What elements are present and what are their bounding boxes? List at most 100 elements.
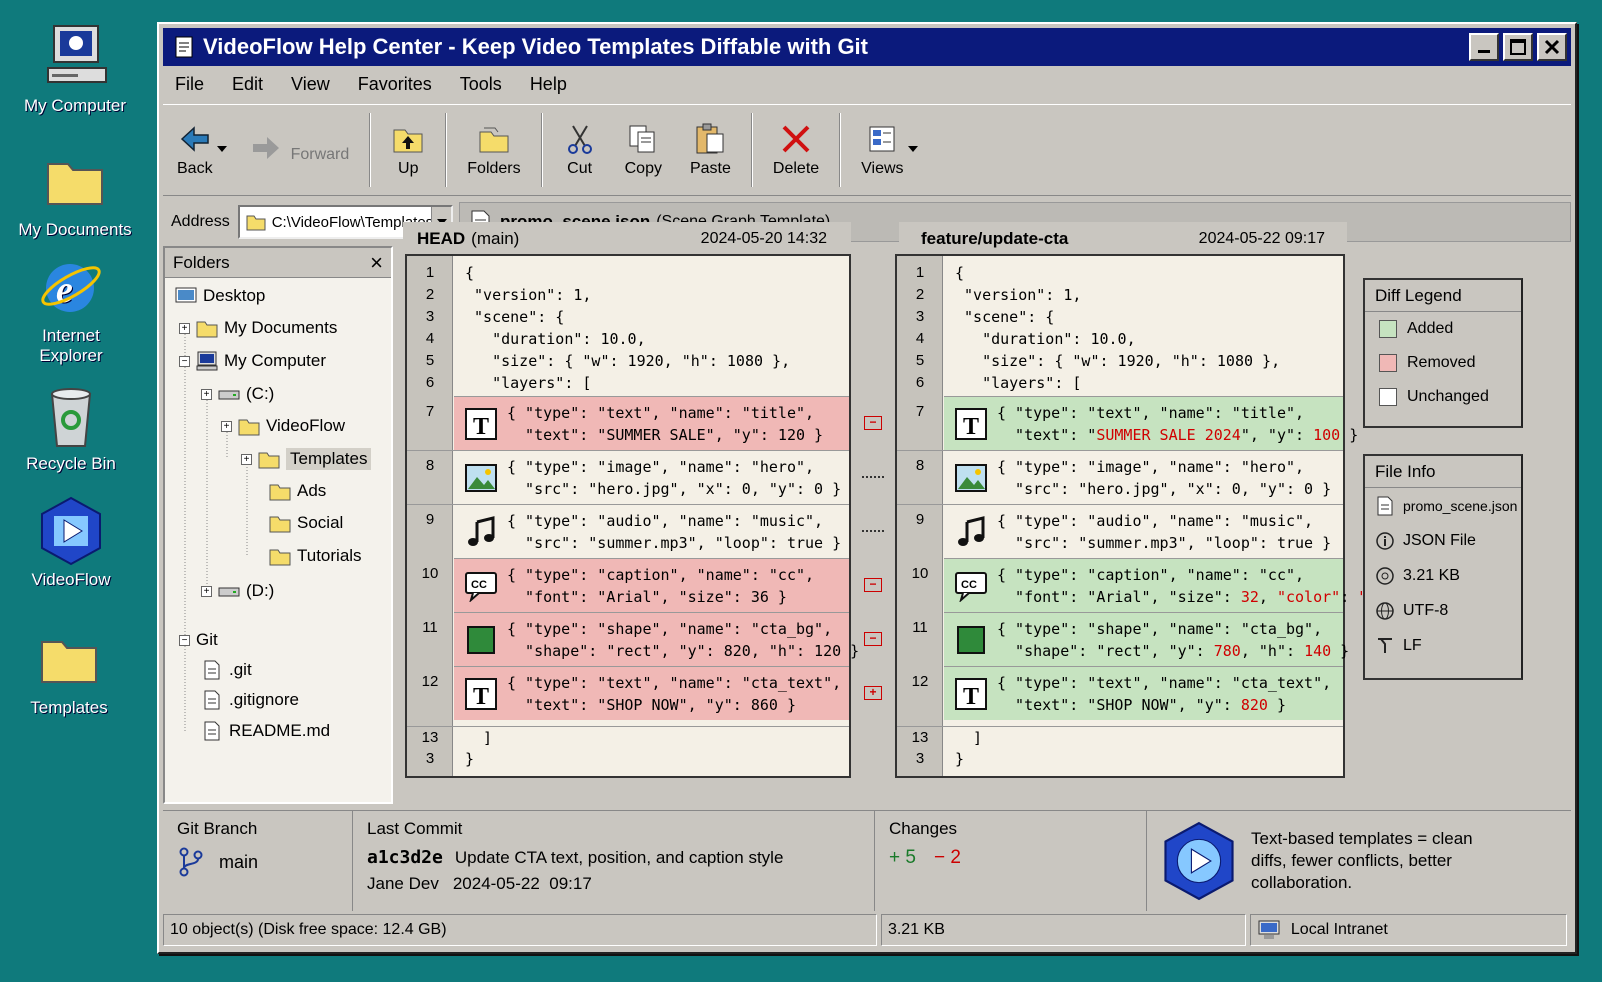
diff-row[interactable]: 9 { "type": "audio", "name": "music", "sr… <box>407 504 849 558</box>
collapse-toggle[interactable]: − <box>179 634 190 646</box>
toolbar-separator <box>750 113 753 187</box>
svg-text:CC: CC <box>961 579 977 591</box>
tree-item-videoflow[interactable]: + VideoFlow <box>221 416 345 436</box>
maximize-button[interactable] <box>1503 33 1533 61</box>
tree-item-templates[interactable]: + Templates <box>241 448 372 470</box>
added-marker[interactable]: + <box>864 686 882 700</box>
close-button[interactable] <box>1537 33 1567 61</box>
delete-label: Delete <box>772 160 820 177</box>
diff-row[interactable]: 7 T { "type": "text", "name": "title", "te… <box>916 396 1358 450</box>
desktop-icon-templates[interactable]: Templates <box>0 624 144 718</box>
diff-row[interactable]: 8 { "type": "image", "name": "hero", "src… <box>407 450 849 504</box>
tree-item-my-computer[interactable]: − My Computer <box>179 351 326 371</box>
diff-row[interactable]: 12 T { "type": "text", "name": "cta_text",… <box>422 666 849 720</box>
desktop-icon-my-computer[interactable]: My Computer <box>0 22 150 116</box>
removed-marker[interactable]: − <box>864 416 882 430</box>
cut-button[interactable]: Cut <box>549 105 611 195</box>
line-number: 2 <box>915 286 925 303</box>
menu-tools[interactable]: Tools <box>448 70 514 100</box>
document-icon <box>175 36 193 58</box>
tree-item-desktop[interactable]: Desktop <box>175 286 265 306</box>
right-branch: feature/update-cta <box>921 229 1069 248</box>
line-number: 1 <box>425 264 435 281</box>
diff-row[interactable]: 9 { "type": "audio", "name": "music", "sr… <box>897 504 1343 558</box>
diff-row[interactable]: 10 CC{ "type": "caption", "name": "cc", "… <box>912 558 1449 612</box>
tree-item-dot-git[interactable]: .git <box>201 660 252 680</box>
views-button[interactable]: Views <box>847 105 931 195</box>
diff-row[interactable]: 11 { "type": "shape", "name": "cta_bg", "… <box>912 612 1349 666</box>
tree-label: My Documents <box>224 318 338 337</box>
tree-item-gitignore[interactable]: .gitignore <box>201 690 299 710</box>
delete-button[interactable]: Delete <box>759 105 833 195</box>
tree-item-my-documents[interactable]: + My Documents <box>179 318 337 338</box>
expand-toggle[interactable]: + <box>221 420 232 432</box>
tree-item-git[interactable]: − Git <box>179 630 218 650</box>
chevron-down-icon[interactable] <box>216 146 227 154</box>
folders-label: Folders <box>467 160 521 177</box>
tree-item-drive-c[interactable]: + (C:) <box>201 384 274 404</box>
copy-button[interactable]: Copy <box>611 105 676 195</box>
tree-item-tutorials[interactable]: Tutorials <box>269 546 362 566</box>
expand-toggle[interactable]: + <box>241 453 252 465</box>
explorer-window: VideoFlow Help Center - Keep Video Templ… <box>157 22 1577 954</box>
title-bar[interactable]: VideoFlow Help Center - Keep Video Templ… <box>163 28 1571 66</box>
paste-button[interactable]: Paste <box>676 105 745 195</box>
menu-file[interactable]: File <box>163 70 216 100</box>
computer-icon <box>47 25 107 83</box>
diff-markers: − − − + <box>853 254 893 778</box>
code-line: 13 ] <box>897 726 1343 748</box>
legend-label: Added <box>1407 320 1454 337</box>
menu-favorites[interactable]: Favorites <box>346 70 444 100</box>
forward-button[interactable]: Forward <box>235 105 364 195</box>
code-text: "scene": { <box>465 308 565 326</box>
tree-item-drive-d[interactable]: + (D:) <box>201 581 274 601</box>
back-label: Back <box>177 160 213 177</box>
code-text: { "type": "caption", "name": "cc", "font… <box>507 566 815 606</box>
expand-toggle[interactable]: + <box>201 388 212 400</box>
line-number: 10 <box>911 565 929 582</box>
diff-row[interactable]: 10 CC{ "type": "caption", "name": "cc", "… <box>422 558 849 612</box>
removed-marker[interactable]: − <box>864 632 882 646</box>
diff-row[interactable]: 12 T { "type": "text", "name": "cta_text",… <box>912 666 1343 720</box>
chevron-down-icon[interactable] <box>907 146 918 154</box>
desktop-icon-recycle-bin[interactable]: Recycle Bin <box>0 380 146 474</box>
views-label: Views <box>861 160 904 177</box>
tree-item-readme[interactable]: README.md <box>201 721 330 741</box>
back-button[interactable]: Back <box>163 105 235 195</box>
code-text: "size": { "w": 1920, "h": 1080 }, <box>465 352 791 370</box>
commit-date: 2024-05-22 09:17 <box>452 874 592 893</box>
menu-view[interactable]: View <box>279 70 342 100</box>
code-text: "scene": { <box>955 308 1055 326</box>
menu-help[interactable]: Help <box>518 70 579 100</box>
text-layer-icon: T <box>955 678 987 710</box>
file-icon <box>204 721 220 741</box>
minimize-button[interactable] <box>1469 33 1499 61</box>
collapse-toggle[interactable]: − <box>179 355 190 367</box>
expand-toggle[interactable]: + <box>201 585 212 597</box>
music-layer-icon <box>955 516 987 548</box>
close-folders-button[interactable]: × <box>370 250 383 276</box>
diff-row[interactable]: 7 T { "type": "text", "name": "title", "te… <box>426 396 849 450</box>
tree-label: Desktop <box>203 286 266 305</box>
commit-hash[interactable]: a1c3d2e <box>367 847 443 868</box>
line-number: 10 <box>421 565 439 582</box>
text-layer-icon: T <box>465 408 497 440</box>
diff-row[interactable]: 8 { "type": "image", "name": "hero", "src… <box>897 450 1343 504</box>
unchanged-marker <box>862 476 884 478</box>
desktop-icon-videoflow[interactable]: VideoFlow <box>0 496 146 590</box>
desktop-icon-internet-explorer[interactable]: e Internet Explorer <box>0 252 146 366</box>
commit-info-strip: Git Branch main Last Commit a1c3d2e Updat… <box>163 810 1571 911</box>
expand-toggle[interactable]: + <box>179 322 190 334</box>
menu-edit[interactable]: Edit <box>220 70 275 100</box>
line-number: 4 <box>425 330 435 347</box>
up-button[interactable]: Up <box>377 105 439 195</box>
tree-item-ads[interactable]: Ads <box>269 481 326 501</box>
removed-marker[interactable]: − <box>864 578 882 592</box>
line-number: 12 <box>911 673 929 690</box>
desktop-icon-my-documents[interactable]: My Documents <box>0 146 150 240</box>
tree-label: (C:) <box>246 384 275 403</box>
diff-row[interactable]: 11 { "type": "shape", "name": "cta_bg", "… <box>422 612 859 666</box>
folders-header: Folders × <box>165 248 391 278</box>
folders-button[interactable]: Folders <box>453 105 534 195</box>
tree-item-social[interactable]: Social <box>269 513 343 533</box>
